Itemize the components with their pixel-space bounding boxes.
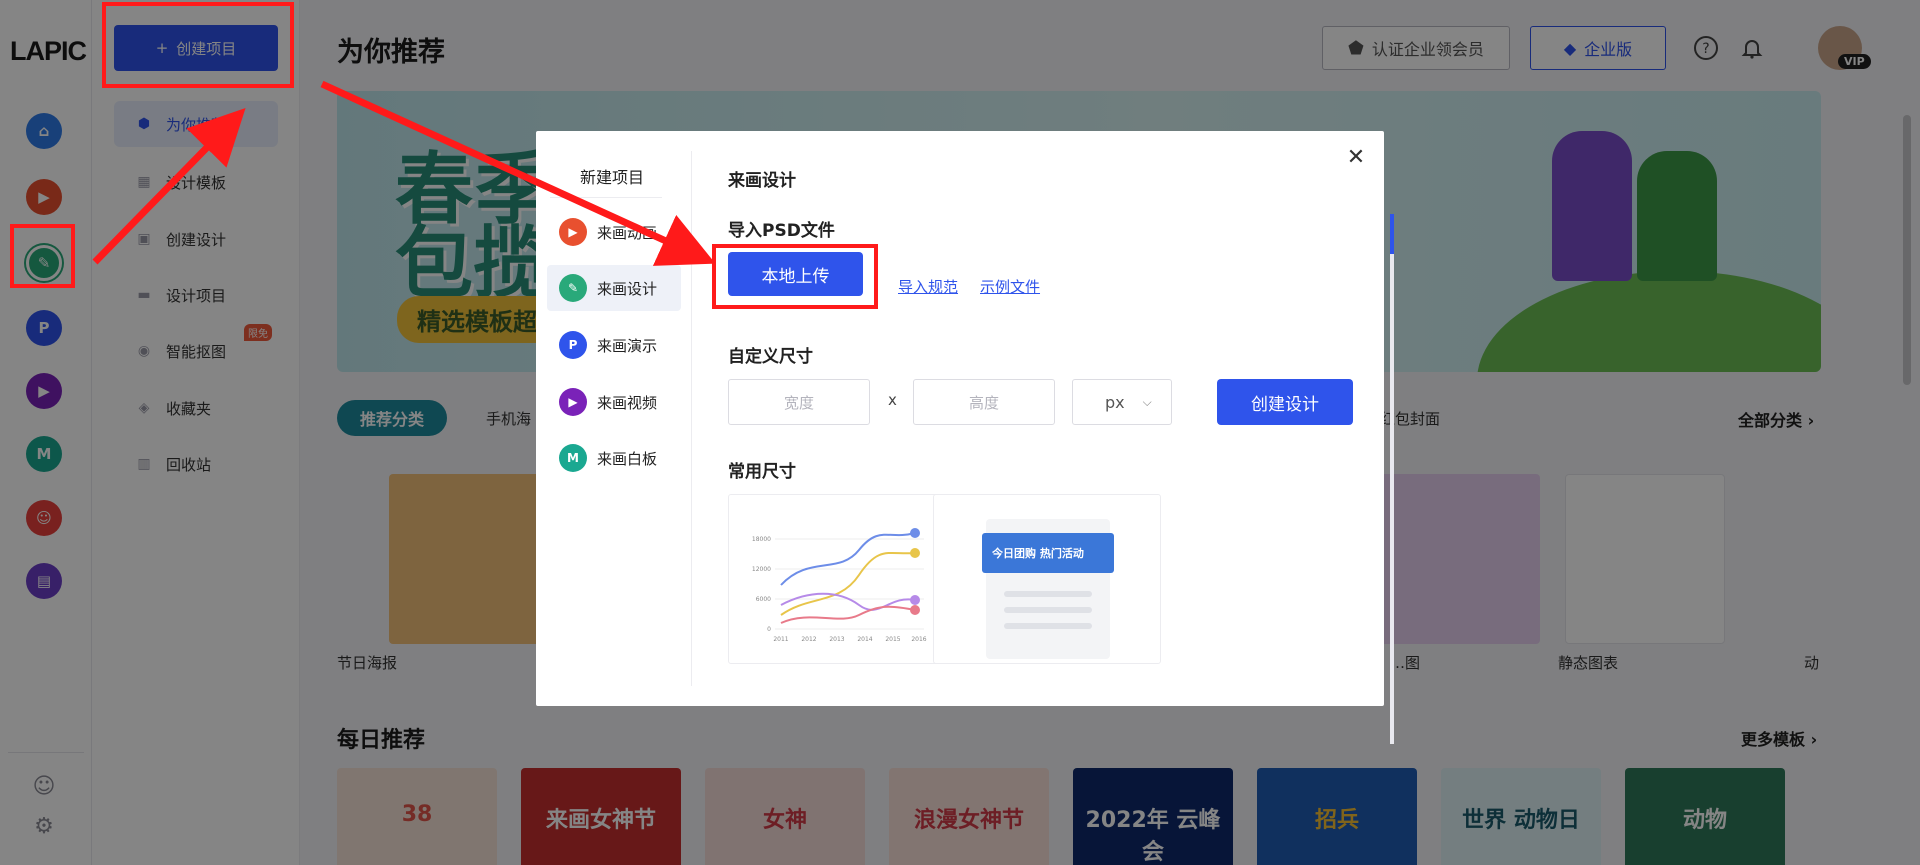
arrow-to-recommend: [92, 107, 246, 265]
annotation-arrows: [92, 80, 716, 266]
arrow-to-upload: [320, 80, 716, 266]
